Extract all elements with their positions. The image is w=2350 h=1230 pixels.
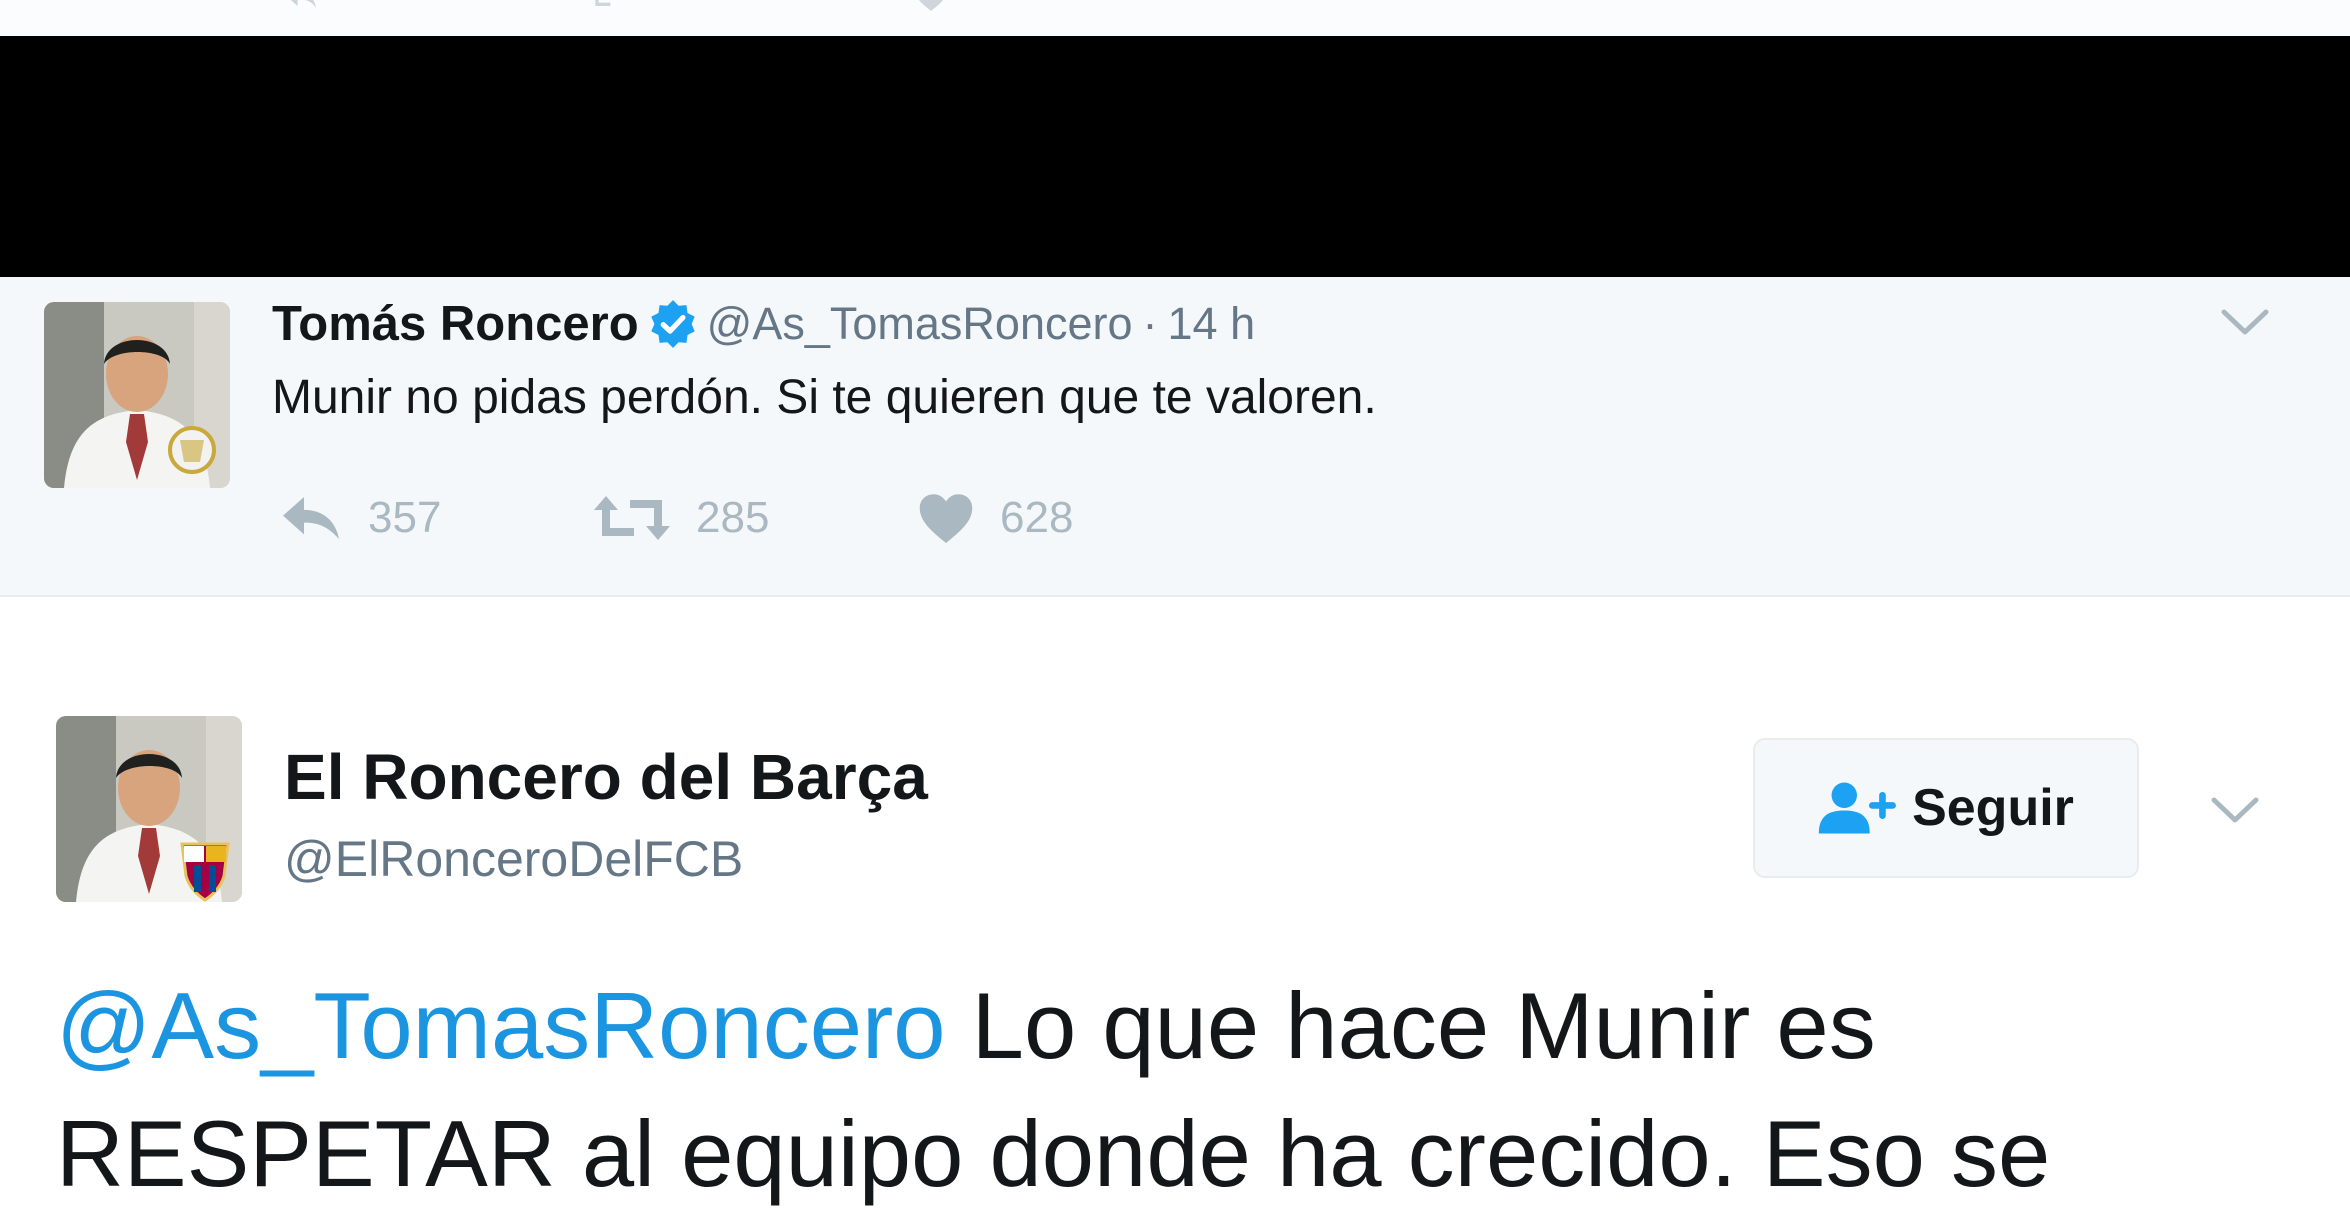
reply-icon bbox=[290, 0, 316, 8]
reply-icon bbox=[283, 497, 339, 539]
retweet-count: 285 bbox=[696, 493, 770, 542]
separator-dot: · bbox=[1142, 298, 1158, 349]
chevron-down-icon[interactable] bbox=[2208, 790, 2262, 830]
verified-badge-icon bbox=[651, 300, 695, 348]
black-media-bar bbox=[0, 36, 2350, 277]
like-icon bbox=[919, 494, 973, 543]
user-handle[interactable]: @As_TomasRoncero bbox=[707, 298, 1133, 350]
reply-count: 357 bbox=[368, 493, 442, 542]
avatar[interactable] bbox=[56, 716, 242, 902]
timestamp[interactable]: 14 h bbox=[1168, 298, 1256, 350]
avatar[interactable] bbox=[44, 302, 230, 488]
like-count: 628 bbox=[1000, 493, 1074, 542]
retweet-button[interactable]: 285 bbox=[592, 488, 769, 548]
chevron-down-icon[interactable] bbox=[2218, 302, 2272, 342]
display-name[interactable]: Tomás Roncero bbox=[272, 296, 639, 352]
tweet-text: Munir no pidas perdón. Si te quieren que… bbox=[272, 371, 1377, 424]
retweet-icon bbox=[595, 0, 611, 6]
avatar-photo bbox=[56, 716, 242, 902]
mention-link[interactable]: @As_TomasRoncero bbox=[56, 973, 946, 1078]
avatar-photo bbox=[44, 302, 230, 488]
reply-button[interactable]: 357 bbox=[278, 488, 441, 548]
like-icon bbox=[918, 0, 944, 11]
like-button[interactable]: 628 bbox=[916, 488, 1073, 548]
retweet-icon bbox=[594, 496, 670, 540]
follow-user-icon bbox=[1818, 782, 1897, 834]
display-name[interactable]: El Roncero del Barça bbox=[284, 740, 928, 814]
follow-button[interactable]: Seguir bbox=[1753, 738, 2139, 878]
tweet-text: @As_TomasRoncero Lo que hace Munir es RE… bbox=[56, 962, 2306, 1218]
previous-tweet-edge bbox=[0, 0, 2350, 36]
quoted-tweet-header: Tomás Roncero @As_TomasRoncero · 14 h bbox=[272, 294, 1255, 354]
user-handle[interactable]: @ElRonceroDelFCB bbox=[284, 830, 743, 888]
follow-label: Seguir bbox=[1912, 779, 2074, 837]
